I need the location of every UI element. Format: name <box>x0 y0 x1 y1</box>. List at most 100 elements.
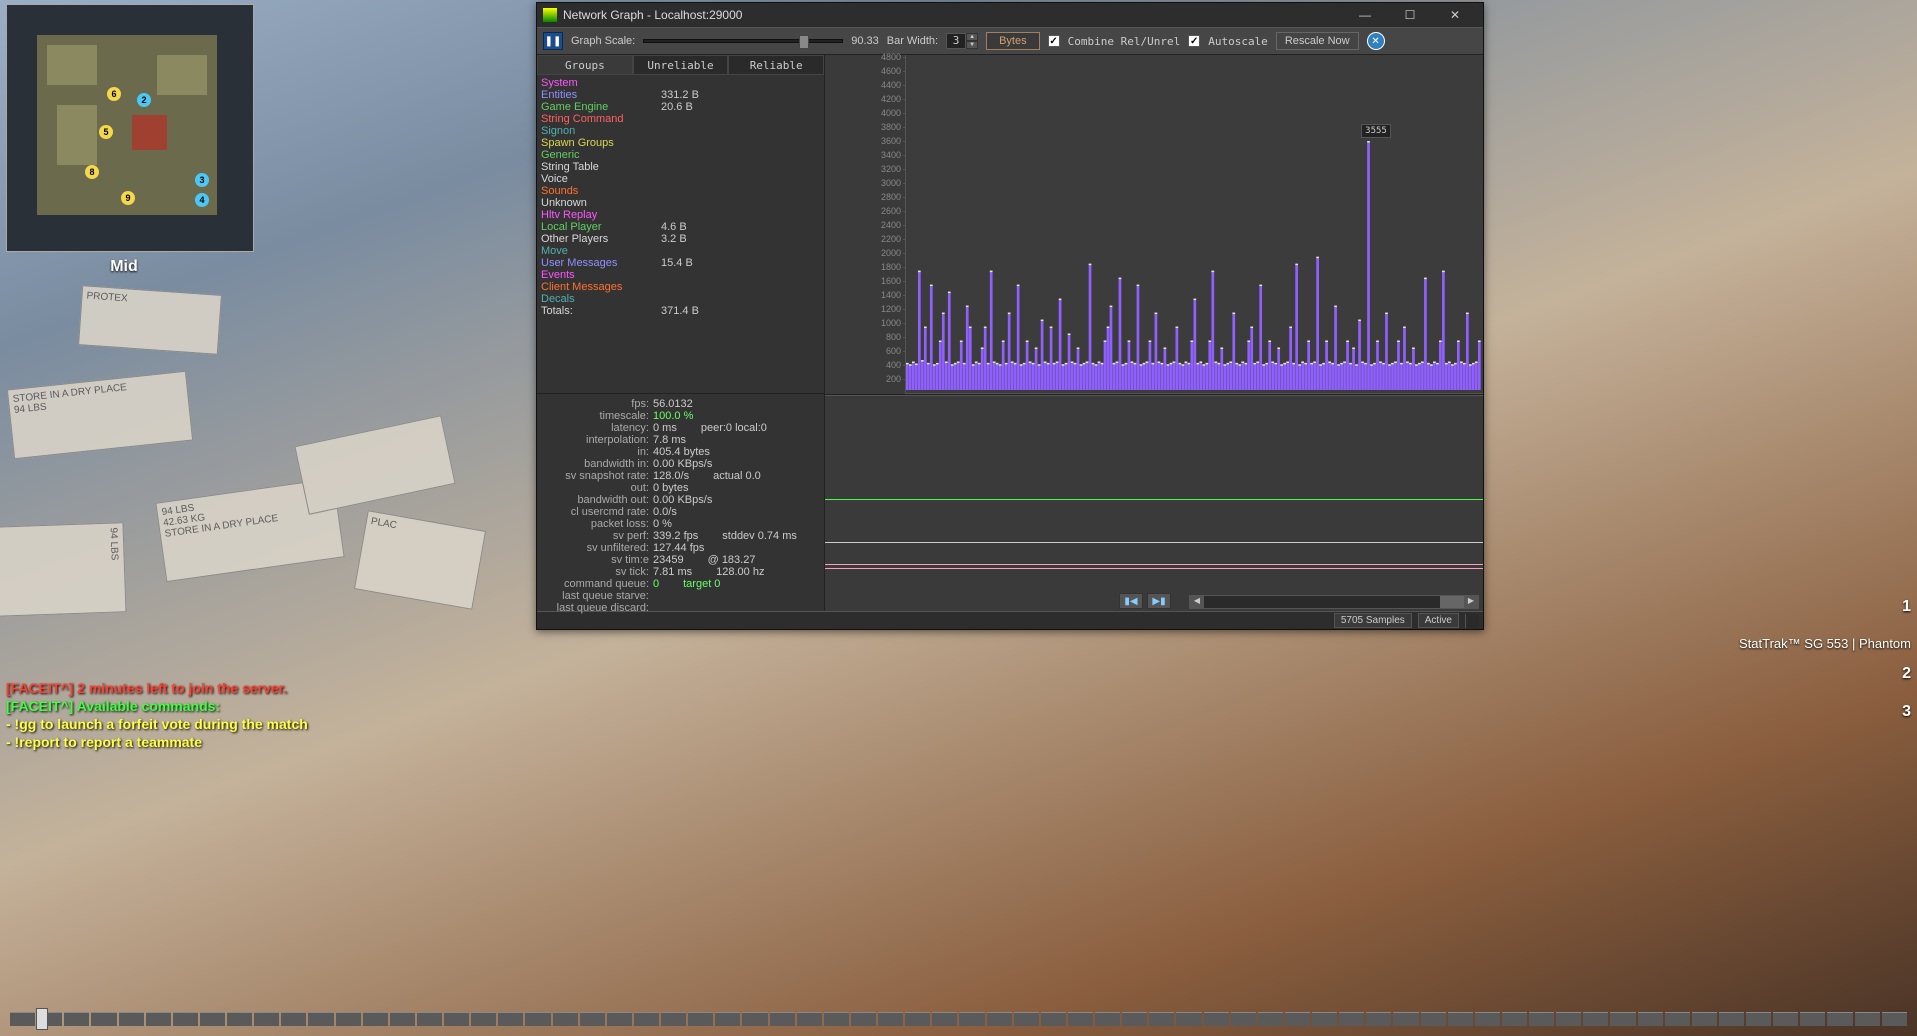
timeline-segment[interactable] <box>634 1012 659 1026</box>
timeline-segment[interactable] <box>1502 1012 1527 1026</box>
timeline-segment[interactable] <box>1041 1012 1066 1026</box>
timeline-segment[interactable] <box>878 1012 903 1026</box>
minimap-teammate-dot: 5 <box>99 125 113 139</box>
timeline-segment[interactable] <box>1475 1012 1500 1026</box>
maximize-button[interactable]: ☐ <box>1388 4 1432 26</box>
timeline-segment[interactable] <box>1095 1012 1120 1026</box>
timeline-segment[interactable] <box>525 1012 550 1026</box>
timeline-segment[interactable] <box>1882 1012 1907 1026</box>
bar-width-input[interactable]: 3 <box>946 33 966 49</box>
timeline-segment[interactable] <box>607 1012 632 1026</box>
tab-unreliable[interactable]: Unreliable <box>633 55 729 75</box>
timeline-segment[interactable] <box>308 1012 333 1026</box>
scroll-thumb[interactable] <box>1440 596 1464 608</box>
timeline-segment[interactable] <box>1855 1012 1880 1026</box>
timeline-segment[interactable] <box>580 1012 605 1026</box>
timeline-segment[interactable] <box>1312 1012 1337 1026</box>
pause-button[interactable]: ❚❚ <box>543 32 563 50</box>
timeline-segment[interactable] <box>10 1012 35 1026</box>
timeline-segment[interactable] <box>1122 1012 1147 1026</box>
timeline-segment[interactable] <box>444 1012 469 1026</box>
scroll-left-icon[interactable]: ◀ <box>1190 596 1204 608</box>
autoscale-checkbox[interactable]: ✓ <box>1188 35 1200 47</box>
timeline-segment[interactable] <box>1149 1012 1174 1026</box>
timeline-segment[interactable] <box>1014 1012 1039 1026</box>
combine-checkbox[interactable]: ✓ <box>1048 35 1060 47</box>
timeline-segment[interactable] <box>1719 1012 1744 1026</box>
demo-timeline-thumb[interactable] <box>36 1008 48 1030</box>
timeline-segment[interactable] <box>851 1012 876 1026</box>
timeline-segment[interactable] <box>553 1012 578 1026</box>
timeline-segment[interactable] <box>661 1012 686 1026</box>
timeline-segment[interactable] <box>417 1012 442 1026</box>
peak-label: 3555 <box>1361 124 1391 138</box>
timeline-segment[interactable] <box>1258 1012 1283 1026</box>
timeline-segment[interactable] <box>932 1012 957 1026</box>
nav-last-button[interactable]: ▶▮ <box>1147 593 1171 609</box>
spin-up[interactable]: ▲ <box>966 33 978 41</box>
chart-area[interactable]: 3555 <box>905 55 1483 394</box>
timeline-segment[interactable] <box>200 1012 225 1026</box>
timeline-segment[interactable] <box>227 1012 252 1026</box>
timeline-segment[interactable] <box>390 1012 415 1026</box>
timeline-segment[interactable] <box>1800 1012 1825 1026</box>
timeline-segment[interactable] <box>119 1012 144 1026</box>
reset-icon[interactable]: ✕ <box>1367 32 1385 50</box>
demo-timeline[interactable] <box>10 1012 1907 1026</box>
tab-reliable[interactable]: Reliable <box>728 55 824 75</box>
timeline-segment[interactable] <box>1746 1012 1771 1026</box>
close-button[interactable]: ✕ <box>1433 4 1477 26</box>
timeline-segment[interactable] <box>1339 1012 1364 1026</box>
timeline-segment[interactable] <box>1176 1012 1201 1026</box>
timeline-segment[interactable] <box>1421 1012 1446 1026</box>
tab-groups[interactable]: Groups <box>537 55 633 75</box>
timeline-segment[interactable] <box>1448 1012 1473 1026</box>
timeline-segment[interactable] <box>797 1012 822 1026</box>
rescale-button[interactable]: Rescale Now <box>1276 32 1359 50</box>
graph-scale-slider[interactable] <box>643 39 843 43</box>
timeline-segment[interactable] <box>824 1012 849 1026</box>
timeline-segment[interactable] <box>1204 1012 1229 1026</box>
spin-down[interactable]: ▼ <box>966 41 978 49</box>
timeline-segment[interactable] <box>254 1012 279 1026</box>
timeline-segment[interactable] <box>1583 1012 1608 1026</box>
timeline-segment[interactable] <box>1556 1012 1581 1026</box>
group-name: String Table <box>541 161 661 173</box>
timeline-segment[interactable] <box>498 1012 523 1026</box>
timeline-segment[interactable] <box>91 1012 116 1026</box>
timeline-segment[interactable] <box>959 1012 984 1026</box>
timeline-segment[interactable] <box>1068 1012 1093 1026</box>
timeline-segment[interactable] <box>1285 1012 1310 1026</box>
timeline-segment[interactable] <box>1692 1012 1717 1026</box>
chart-hscrollbar[interactable]: ◀ ▶ <box>1189 595 1479 609</box>
timeline-segment[interactable] <box>715 1012 740 1026</box>
titlebar[interactable]: Network Graph - Localhost:29000 — ☐ ✕ <box>537 3 1483 27</box>
timeline-segment[interactable] <box>1827 1012 1852 1026</box>
timeline-segment[interactable] <box>905 1012 930 1026</box>
timeline-segment[interactable] <box>987 1012 1012 1026</box>
timeline-segment[interactable] <box>281 1012 306 1026</box>
timeline-segment[interactable] <box>1773 1012 1798 1026</box>
nav-first-button[interactable]: ▮◀ <box>1119 593 1143 609</box>
timeline-segment[interactable] <box>336 1012 361 1026</box>
timeline-segment[interactable] <box>173 1012 198 1026</box>
minimize-button[interactable]: — <box>1343 4 1387 26</box>
timeline-segment[interactable] <box>742 1012 767 1026</box>
scroll-right-icon[interactable]: ▶ <box>1464 596 1478 608</box>
timeline-segment[interactable] <box>1638 1012 1663 1026</box>
timeline-segment[interactable] <box>1610 1012 1635 1026</box>
timeline-segment[interactable] <box>688 1012 713 1026</box>
bytes-button[interactable]: Bytes <box>986 32 1040 50</box>
timeline-segment[interactable] <box>146 1012 171 1026</box>
timeline-segment[interactable] <box>770 1012 795 1026</box>
timeline-segment[interactable] <box>1366 1012 1391 1026</box>
timeline-segment[interactable] <box>1393 1012 1418 1026</box>
timeline-segment[interactable] <box>471 1012 496 1026</box>
timeline-segment[interactable] <box>1665 1012 1690 1026</box>
timeline-segment[interactable] <box>1231 1012 1256 1026</box>
timeline-segment[interactable] <box>1529 1012 1554 1026</box>
slider-knob[interactable] <box>799 35 809 49</box>
resize-grip-icon[interactable] <box>1465 614 1479 628</box>
timeline-segment[interactable] <box>64 1012 89 1026</box>
timeline-segment[interactable] <box>363 1012 388 1026</box>
